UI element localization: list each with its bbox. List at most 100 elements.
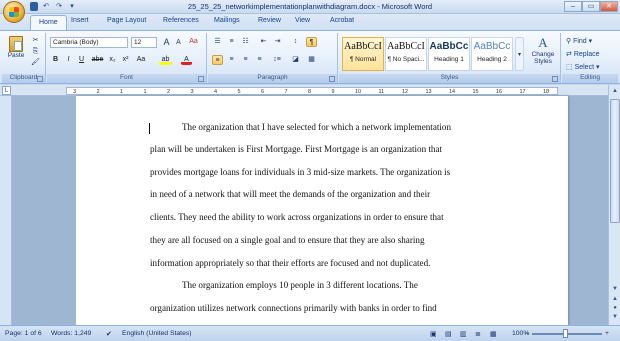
tab-home[interactable]: Home <box>30 15 67 30</box>
bullets-icon[interactable]: ☰ <box>212 37 223 47</box>
bold-button[interactable]: B <box>50 55 61 65</box>
clear-formatting-button[interactable]: Aa <box>188 37 199 47</box>
align-center-icon[interactable]: ≡ <box>226 55 237 65</box>
find-label: Find <box>573 38 587 45</box>
document-line[interactable]: plan will be undertaken is First Mortgag… <box>150 144 442 154</box>
tab-selector-icon[interactable]: L <box>2 86 11 95</box>
font-size-box[interactable]: 12 <box>131 37 157 48</box>
vertical-scrollbar[interactable]: ▲ ▼ ▲ ● ▼ <box>608 85 620 325</box>
print-layout-view-icon[interactable]: ▣ <box>430 330 436 338</box>
font-dialog-launcher-icon[interactable] <box>198 76 204 82</box>
window-controls: – ▭ ✕ <box>564 1 618 12</box>
ruler-tick-label: 12 <box>402 89 409 95</box>
strikethrough-button[interactable]: abe <box>90 55 105 65</box>
justify-icon[interactable]: ≡ <box>254 55 265 65</box>
align-left-icon[interactable]: ≡ <box>212 55 223 65</box>
font-name-box[interactable]: Cambria (Body) <box>50 37 128 48</box>
tab-page-layout[interactable]: Page Layout <box>107 17 146 24</box>
select-button[interactable]: ⬚ Select ▾ <box>566 63 600 71</box>
style-normal[interactable]: AaBbCcI ¶ Normal <box>342 37 384 71</box>
style-heading-1[interactable]: AaBbCc Heading 1 <box>428 37 470 71</box>
page-count[interactable]: Page: 1 of 6 <box>5 330 42 337</box>
ruler-tick-label: 10 <box>355 89 362 95</box>
minimize-button[interactable]: – <box>564 1 582 12</box>
show-formatting-marks-icon[interactable]: ¶ <box>306 37 317 47</box>
web-layout-icon[interactable]: ▥ <box>460 330 466 338</box>
tab-view[interactable]: View <box>295 17 310 24</box>
subscript-button[interactable]: x₂ <box>107 55 118 65</box>
scrollbar-thumb[interactable] <box>610 99 620 223</box>
paragraph-group-label: Paragraph <box>208 74 337 83</box>
ribbon: Paste ✂ ⎘ 🖌 Clipboard Cambria (Body) 12 … <box>0 30 620 84</box>
document-line[interactable]: in need of a network that will meet the … <box>150 189 430 199</box>
paragraph-dialog-launcher-icon[interactable] <box>329 76 335 82</box>
scroll-up-icon[interactable]: ▲ <box>610 87 620 96</box>
maximize-button[interactable]: ▭ <box>582 1 600 12</box>
change-styles-button[interactable]: A Change Styles <box>527 35 559 71</box>
tab-review[interactable]: Review <box>258 17 281 24</box>
borders-icon[interactable]: ▦ <box>306 55 317 65</box>
zoom-slider-thumb[interactable] <box>563 329 568 338</box>
ruler-tick-label: 2 <box>167 89 171 95</box>
underline-button[interactable]: U <box>76 55 87 65</box>
find-button[interactable]: ⚲ Find ▾ <box>566 37 592 45</box>
shading-icon[interactable]: ◪ <box>290 55 301 65</box>
styles-dialog-launcher-icon[interactable] <box>552 76 558 82</box>
font-group-label: Font <box>47 74 206 83</box>
close-button[interactable]: ✕ <box>600 1 618 12</box>
office-button[interactable] <box>3 1 25 23</box>
shrink-font-button[interactable]: A <box>173 38 184 48</box>
previous-page-icon[interactable]: ▲ <box>610 295 620 304</box>
ruler-tick-label: 11 <box>378 89 385 95</box>
replace-button[interactable]: ⇄ Replace <box>566 50 600 58</box>
copy-icon[interactable]: ⎘ <box>30 47 41 57</box>
draft-view-icon[interactable]: ▦ <box>490 330 496 338</box>
superscript-button[interactable]: x² <box>120 55 131 65</box>
grow-font-button[interactable]: A <box>161 37 172 47</box>
cut-icon[interactable]: ✂ <box>30 36 41 46</box>
horizontal-ruler[interactable]: 3 2 1 1 2 3 4 5 6 7 8 9 10 11 12 13 14 15 16 17 18 <box>66 87 558 95</box>
browse-object-icon[interactable]: ● <box>610 304 620 313</box>
document-line[interactable]: clients. They need the ability to work a… <box>150 212 444 222</box>
tab-mailings[interactable]: Mailings <box>214 17 240 24</box>
document-line[interactable]: provides mortgage loans for individuals … <box>150 167 450 177</box>
text-highlight-button[interactable]: ab <box>159 55 172 65</box>
tab-acrobat[interactable]: Acrobat <box>330 17 354 24</box>
font-color-button[interactable]: A <box>181 55 192 65</box>
document-line[interactable]: they are all focused on a single goal an… <box>150 235 425 245</box>
multilevel-list-icon[interactable]: ☷ <box>240 37 251 47</box>
word-count[interactable]: Words: 1,249 <box>51 330 91 337</box>
document-page[interactable]: The organization that I have selected fo… <box>76 96 568 325</box>
align-right-icon[interactable]: ≡ <box>240 55 251 65</box>
zoom-in-icon[interactable]: + <box>605 330 609 337</box>
document-line[interactable]: The organization that I have selected fo… <box>182 122 451 132</box>
sort-icon[interactable]: ↕ <box>290 37 301 47</box>
outline-view-icon[interactable]: ≣ <box>475 330 481 338</box>
italic-button[interactable]: I <box>63 55 74 65</box>
next-page-icon[interactable]: ▼ <box>610 313 620 322</box>
numbering-icon[interactable]: ≡ <box>226 37 237 47</box>
vertical-ruler[interactable] <box>0 96 12 325</box>
scroll-down-icon[interactable]: ▼ <box>610 285 620 294</box>
increase-indent-icon[interactable]: ⇥ <box>272 37 283 47</box>
style-no-spacing[interactable]: AaBbCcI ¶ No Spaci... <box>385 37 427 71</box>
paste-button[interactable]: Paste <box>5 35 27 65</box>
paste-label: Paste <box>7 52 25 59</box>
styles-scroll-icon[interactable]: ▾ <box>515 37 524 71</box>
change-case-button[interactable]: Aa <box>134 55 148 65</box>
language[interactable]: English (United States) <box>122 330 192 337</box>
replace-label: Replace <box>573 51 600 58</box>
document-line[interactable]: organization utilizes network connection… <box>150 303 437 313</box>
tab-insert[interactable]: Insert <box>71 17 89 24</box>
format-painter-icon[interactable]: 🖌 <box>30 58 41 68</box>
proofing-icon[interactable]: ✔ <box>106 330 112 338</box>
line-spacing-icon[interactable]: ↕≡ <box>270 55 284 65</box>
clipboard-dialog-launcher-icon[interactable] <box>37 76 43 82</box>
zoom-out-icon[interactable]: – <box>525 330 529 337</box>
document-line[interactable]: The organization employs 10 people in 3 … <box>182 280 418 290</box>
full-screen-reading-icon[interactable]: ▤ <box>445 330 451 338</box>
document-line[interactable]: information appropriately so that their … <box>150 258 430 268</box>
decrease-indent-icon[interactable]: ⇤ <box>258 37 269 47</box>
style-heading-2[interactable]: AaBbCc Heading 2 <box>471 37 513 71</box>
tab-references[interactable]: References <box>163 17 199 24</box>
